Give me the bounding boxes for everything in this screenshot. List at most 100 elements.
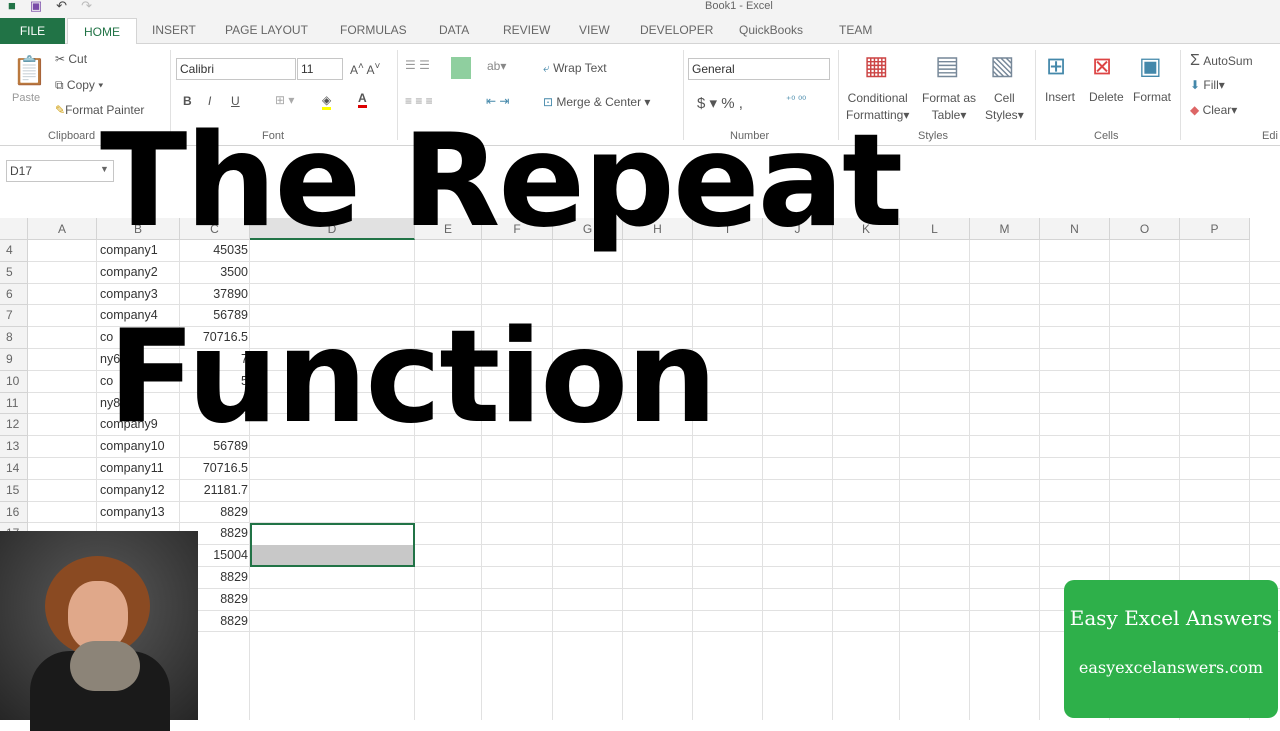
cell-c[interactable]: 70716.5 <box>180 461 248 475</box>
cell-b[interactable]: company3 <box>100 287 158 301</box>
format-as-table-button[interactable]: Format as Table▾ <box>922 90 976 124</box>
insert-button[interactable]: Insert <box>1045 90 1075 104</box>
quick-access-toolbar: ■ ▣ ↶ ↷ <box>8 0 92 14</box>
align-bottom-icon[interactable] <box>451 57 471 79</box>
column-header-M[interactable]: M <box>970 218 1040 240</box>
row-header[interactable]: 9 <box>0 349 28 371</box>
borders-icon[interactable]: ⊞ ▾ <box>275 93 294 107</box>
align-horizontal-icons[interactable]: ≡ ≡ ≡ <box>405 94 433 108</box>
row-header[interactable]: 6 <box>0 283 28 306</box>
copy-button[interactable]: ⧉ Copy ▾ <box>55 78 103 93</box>
tab-view[interactable]: VIEW <box>579 23 610 37</box>
tab-file[interactable]: FILE <box>0 18 65 44</box>
copy-label: Copy <box>66 78 95 92</box>
tab-formulas[interactable]: FORMULAS <box>340 23 407 37</box>
gridline <box>899 240 900 720</box>
cut-button[interactable]: ✂ Cut <box>55 52 87 66</box>
redo-icon[interactable]: ↷ <box>81 0 92 14</box>
row-header[interactable]: 4 <box>0 240 28 262</box>
fill-label: Fill <box>1203 78 1219 92</box>
clipboard-group-label: Clipboard <box>48 130 96 142</box>
undo-icon[interactable]: ↶ <box>56 0 67 14</box>
tab-page-layout[interactable]: PAGE LAYOUT <box>225 23 308 37</box>
clear-button[interactable]: ◆ Clear▾ <box>1190 103 1237 117</box>
format-cells-icon[interactable]: ▣ <box>1139 52 1162 81</box>
cell-c[interactable]: 37890 <box>180 287 248 301</box>
wrap-label: Wrap Text <box>553 61 607 75</box>
column-header-P[interactable]: P <box>1180 218 1250 240</box>
row-header[interactable]: 14 <box>0 458 28 480</box>
row-header[interactable]: 12 <box>0 414 28 437</box>
number-format-select[interactable]: General <box>688 58 830 80</box>
italic-button[interactable]: I <box>208 94 211 108</box>
gridline <box>832 240 833 720</box>
tab-data[interactable]: DATA <box>439 23 469 37</box>
tab-home[interactable]: HOME <box>67 18 137 45</box>
name-box[interactable]: D17 <box>6 160 114 182</box>
font-color-icon[interactable]: A <box>358 91 367 108</box>
save-icon[interactable]: ▣ <box>30 0 42 14</box>
cell-c[interactable]: 8829 <box>180 505 248 519</box>
cf-label: Conditional <box>847 91 908 105</box>
tab-team[interactable]: TEAM <box>839 23 872 37</box>
row-header[interactable]: 5 <box>0 261 28 284</box>
gridline <box>28 260 1280 262</box>
ribbon-tabs: FILE HOME INSERT PAGE LAYOUT FORMULAS DA… <box>0 18 1280 45</box>
tab-review[interactable]: REVIEW <box>503 23 550 37</box>
column-header-A[interactable]: A <box>28 218 97 240</box>
cell-b[interactable]: company2 <box>100 265 158 279</box>
select-all-corner[interactable] <box>0 218 28 240</box>
ft-label: Format as <box>922 91 977 105</box>
cell-b[interactable]: company12 <box>100 483 165 497</box>
align-top-icon[interactable]: ☰ ☰ <box>405 58 430 72</box>
cell-c[interactable]: 21181.7 <box>180 483 248 497</box>
row-header[interactable]: 10 <box>0 370 28 393</box>
clear-label: Clear <box>1202 103 1232 117</box>
row-header[interactable]: 15 <box>0 479 28 502</box>
font-size-select[interactable]: 11 <box>297 58 343 80</box>
cell-c[interactable]: 3500 <box>180 265 248 279</box>
cell-styles-button[interactable]: Cell Styles▾ <box>985 90 1024 124</box>
format-button[interactable]: Format <box>1133 90 1171 104</box>
row-header[interactable]: 8 <box>0 327 28 349</box>
gridline <box>28 566 1280 567</box>
row-header[interactable]: 7 <box>0 305 28 328</box>
column-header-N[interactable]: N <box>1040 218 1110 240</box>
fill-button[interactable]: ⬇ Fill▾ <box>1190 78 1225 92</box>
font-name-select[interactable]: Calibri <box>176 58 296 80</box>
bold-button[interactable]: B <box>183 94 192 108</box>
column-header-L[interactable]: L <box>900 218 970 240</box>
row-header[interactable]: 16 <box>0 501 28 524</box>
brand-title: Easy Excel Answers <box>1069 606 1273 630</box>
tab-developer[interactable]: DEVELOPER <box>640 23 713 37</box>
row-header[interactable]: 11 <box>0 392 28 415</box>
gridline <box>28 500 1280 502</box>
tab-insert[interactable]: INSERT <box>152 23 196 37</box>
paste-button[interactable]: Paste <box>12 92 40 104</box>
styles-group-label: Styles <box>918 130 948 142</box>
brand-url[interactable]: easyexcelanswers.com <box>1064 658 1278 677</box>
underline-button[interactable]: U <box>231 94 240 108</box>
grow-font-button[interactable]: A˄ A˅ <box>350 61 380 77</box>
tab-quickbooks[interactable]: QuickBooks <box>739 23 803 37</box>
delete-cells-icon[interactable]: ⊠ <box>1092 52 1112 81</box>
delete-button[interactable]: Delete <box>1089 90 1124 104</box>
paste-icon[interactable]: 📋 <box>12 54 47 87</box>
wrap-text-button[interactable]: ⤶ Wrap Text <box>543 61 607 76</box>
format-table-icon[interactable]: ▤ <box>935 50 960 81</box>
autosum-button[interactable]: Σ AutoSum <box>1190 52 1253 70</box>
gridline <box>762 240 763 720</box>
selected-range[interactable] <box>250 523 415 567</box>
cell-b[interactable]: company11 <box>100 461 164 475</box>
decimal-icons[interactable]: ⁺⁰ ⁰⁰ <box>786 95 806 106</box>
conditional-formatting-icon[interactable]: ▦ <box>864 50 889 81</box>
cs-label2: Styles <box>985 108 1018 122</box>
row-header[interactable]: 13 <box>0 436 28 458</box>
cell-styles-icon[interactable]: ▧ <box>990 50 1015 81</box>
indent-icons[interactable]: ⇤ ⇥ <box>486 94 509 108</box>
column-header-O[interactable]: O <box>1110 218 1180 240</box>
cell-b[interactable]: company13 <box>100 505 165 519</box>
gridline <box>969 240 970 720</box>
orientation-icon[interactable]: ab▾ <box>487 59 506 73</box>
insert-cells-icon[interactable]: ⊞ <box>1046 52 1066 81</box>
